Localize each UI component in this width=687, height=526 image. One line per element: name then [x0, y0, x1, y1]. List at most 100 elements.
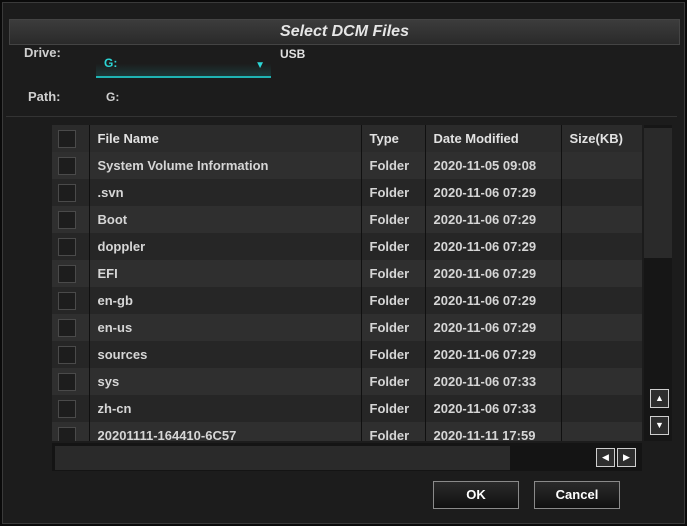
file-size — [561, 260, 642, 287]
row-checkbox[interactable] — [58, 210, 76, 229]
select-all-checkbox[interactable] — [58, 129, 76, 148]
table-row[interactable]: .svn Folder 2020-11-06 07:29 — [52, 179, 642, 206]
file-table: File Name Type Date Modified Size(KB) Sy… — [52, 125, 642, 441]
scroll-left-button[interactable]: ◀ — [596, 448, 615, 467]
drive-label: Drive: — [24, 45, 61, 60]
file-size — [561, 152, 642, 179]
file-date: 2020-11-05 09:08 — [425, 152, 562, 179]
horizontal-scroll-thumb[interactable] — [55, 446, 510, 470]
file-date: 2020-11-06 07:29 — [425, 179, 562, 206]
row-checkbox[interactable] — [58, 372, 76, 391]
column-header-name[interactable]: File Name — [89, 125, 362, 152]
cancel-button[interactable]: Cancel — [534, 481, 620, 509]
file-date: 2020-11-06 07:29 — [425, 287, 562, 314]
column-header-size[interactable]: Size(KB) — [561, 125, 642, 152]
row-checkbox-cell[interactable] — [52, 287, 90, 314]
file-type: Folder — [361, 287, 426, 314]
table-header-row: File Name Type Date Modified Size(KB) — [52, 125, 642, 152]
path-value: G: — [106, 90, 120, 104]
row-checkbox[interactable] — [58, 291, 76, 310]
file-date: 2020-11-06 07:29 — [425, 206, 562, 233]
scroll-down-button[interactable]: ▼ — [650, 416, 669, 435]
table-row[interactable]: Boot Folder 2020-11-06 07:29 — [52, 206, 642, 233]
row-checkbox-cell[interactable] — [52, 395, 90, 422]
row-checkbox-cell[interactable] — [52, 179, 90, 206]
row-checkbox[interactable] — [58, 345, 76, 364]
file-name: .svn — [89, 179, 362, 206]
table-row[interactable]: 20201111-164410-6C57 Folder 2020-11-11 17:… — [52, 422, 642, 441]
row-checkbox-cell[interactable] — [52, 368, 90, 395]
file-name: sys — [89, 368, 362, 395]
column-header-type[interactable]: Type — [361, 125, 426, 152]
row-checkbox-cell[interactable] — [52, 152, 90, 179]
file-size — [561, 206, 642, 233]
file-size — [561, 233, 642, 260]
column-header-date[interactable]: Date Modified — [425, 125, 562, 152]
table-row[interactable]: en-us Folder 2020-11-06 07:29 — [52, 314, 642, 341]
select-all-cell[interactable] — [52, 125, 90, 152]
row-checkbox[interactable] — [58, 318, 76, 337]
file-date: 2020-11-06 07:29 — [425, 260, 562, 287]
file-type: Folder — [361, 260, 426, 287]
file-type: Folder — [361, 422, 426, 441]
triangle-down-icon: ▼ — [655, 420, 664, 430]
row-checkbox[interactable] — [58, 426, 76, 441]
file-size — [561, 341, 642, 368]
file-date: 2020-11-06 07:29 — [425, 341, 562, 368]
row-checkbox[interactable] — [58, 264, 76, 283]
row-checkbox-cell[interactable] — [52, 341, 90, 368]
file-date: 2020-11-11 17:59 — [425, 422, 562, 441]
table-row[interactable]: EFI Folder 2020-11-06 07:29 — [52, 260, 642, 287]
file-type: Folder — [361, 152, 426, 179]
row-checkbox-cell[interactable] — [52, 233, 90, 260]
file-size — [561, 287, 642, 314]
table-row[interactable]: System Volume Information Folder 2020-11-0… — [52, 152, 642, 179]
file-type: Folder — [361, 179, 426, 206]
path-label: Path: — [28, 89, 61, 104]
file-type: Folder — [361, 314, 426, 341]
row-checkbox[interactable] — [58, 399, 76, 418]
table-row[interactable]: zh-cn Folder 2020-11-06 07:33 — [52, 395, 642, 422]
file-size — [561, 368, 642, 395]
table-row[interactable]: doppler Folder 2020-11-06 07:29 — [52, 233, 642, 260]
drive-value: G: — [104, 56, 118, 70]
drive-description: USB — [280, 47, 306, 61]
triangle-right-icon: ▶ — [623, 452, 630, 462]
dialog-title-bar: Select DCM Files — [9, 19, 680, 45]
table-row[interactable]: sys Folder 2020-11-06 07:33 — [52, 368, 642, 395]
drive-dropdown[interactable]: G: ▼ — [96, 48, 271, 78]
file-date: 2020-11-06 07:29 — [425, 314, 562, 341]
row-checkbox-cell[interactable] — [52, 260, 90, 287]
file-name: System Volume Information — [89, 152, 362, 179]
file-date: 2020-11-06 07:29 — [425, 233, 562, 260]
row-checkbox-cell[interactable] — [52, 422, 90, 441]
file-date: 2020-11-06 07:33 — [425, 368, 562, 395]
row-checkbox-cell[interactable] — [52, 206, 90, 233]
scroll-up-button[interactable]: ▲ — [650, 389, 669, 408]
table-row[interactable]: en-gb Folder 2020-11-06 07:29 — [52, 287, 642, 314]
file-size — [561, 179, 642, 206]
file-type: Folder — [361, 233, 426, 260]
row-checkbox[interactable] — [58, 237, 76, 256]
divider — [6, 116, 677, 117]
file-type: Folder — [361, 395, 426, 422]
row-checkbox[interactable] — [58, 156, 76, 175]
file-type: Folder — [361, 368, 426, 395]
file-name: sources — [89, 341, 362, 368]
row-checkbox[interactable] — [58, 183, 76, 202]
scroll-right-button[interactable]: ▶ — [617, 448, 636, 467]
ok-button[interactable]: OK — [433, 481, 519, 509]
vertical-scroll-thumb[interactable] — [644, 128, 672, 258]
file-name: Boot — [89, 206, 362, 233]
row-checkbox-cell[interactable] — [52, 314, 90, 341]
chevron-down-icon: ▼ — [255, 60, 265, 71]
file-size — [561, 314, 642, 341]
file-name: en-us — [89, 314, 362, 341]
file-name: EFI — [89, 260, 362, 287]
file-date: 2020-11-06 07:33 — [425, 395, 562, 422]
triangle-up-icon: ▲ — [655, 393, 664, 403]
file-size — [561, 422, 642, 441]
file-size — [561, 395, 642, 422]
table-row[interactable]: sources Folder 2020-11-06 07:29 — [52, 341, 642, 368]
file-type: Folder — [361, 206, 426, 233]
